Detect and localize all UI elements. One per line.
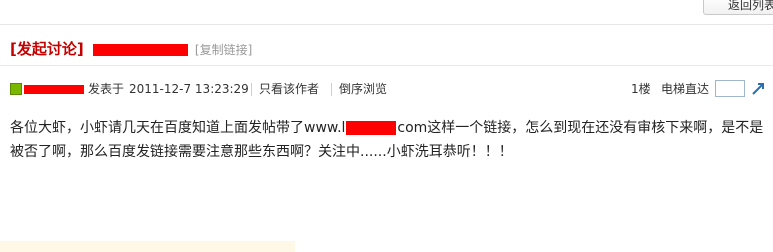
bottom-strip	[0, 241, 295, 252]
divider	[0, 24, 773, 25]
redacted-username[interactable]	[24, 85, 84, 94]
elevator-label: 电梯直达	[661, 82, 710, 96]
reverse-order-link[interactable]: 倒序浏览	[339, 80, 387, 98]
redacted-title	[92, 43, 188, 56]
post-text-part1: 各位大虾，小虾请几天在百度知道上面发帖带了www.l	[10, 120, 346, 136]
topic-tag: 发起讨论	[16, 40, 77, 58]
separator	[251, 83, 252, 96]
only-author-link[interactable]: 只看该作者	[259, 80, 319, 98]
post-header: 发表于 2011-12-7 13:23:29 只看该作者 倒序浏览 1楼 电梯直…	[10, 80, 773, 100]
top-bar: 返回列表	[0, 0, 773, 17]
topic-title: [发起讨论]	[10, 40, 84, 58]
post-content: 各位大虾，小虾请几天在百度知道上面发帖带了www.l com这样一个链接，怎么到现…	[10, 116, 765, 164]
topic-title-row: [发起讨论] [复制链接]	[10, 38, 252, 60]
go-arrow-icon[interactable]	[750, 81, 766, 97]
user-level-icon	[10, 83, 22, 95]
back-to-list-button[interactable]: 返回列表	[703, 0, 773, 15]
divider	[0, 65, 773, 66]
copy-link-button[interactable]: [复制链接]	[195, 43, 252, 57]
floor-number: 1楼	[631, 82, 651, 96]
floor-input[interactable]	[715, 80, 745, 97]
separator	[331, 83, 332, 96]
redacted-domain	[346, 121, 397, 135]
posted-label: 发表于	[88, 82, 125, 96]
post-time: 2011-12-7 13:23:29	[129, 82, 249, 96]
